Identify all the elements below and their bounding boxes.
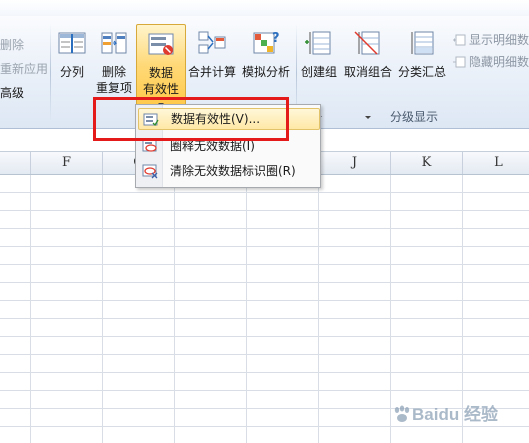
column-header-k[interactable]: K bbox=[391, 152, 463, 174]
consolidate-icon bbox=[198, 31, 226, 54]
ungroup-dropdown-arrow[interactable] bbox=[365, 116, 371, 119]
column-header-l[interactable]: L bbox=[463, 152, 529, 174]
subtotal-button[interactable]: 分类汇总 bbox=[396, 24, 448, 104]
remove-duplicates-label-2: 重复项 bbox=[95, 81, 132, 95]
baidu-jingyan-watermark: Baidu 经验 bbox=[392, 400, 498, 425]
what-if-analysis-label: 模拟分析 bbox=[241, 65, 290, 79]
group-button[interactable]: 创建组 bbox=[298, 24, 340, 119]
subtotal-icon bbox=[411, 31, 434, 55]
column-header-j[interactable]: J bbox=[319, 152, 391, 174]
svg-text:?: ? bbox=[272, 31, 280, 46]
menu-item-clear-circles-label: 清除无效数据标识圈(R) bbox=[170, 164, 296, 178]
ungroup-label: 取消组合 bbox=[343, 65, 392, 79]
consolidate-button[interactable]: 合并计算 bbox=[186, 24, 238, 104]
hide-detail-icon bbox=[453, 56, 466, 68]
clear-circles-icon bbox=[142, 164, 158, 179]
clear-filter-fragment[interactable]: 删除 bbox=[0, 36, 24, 53]
column-header-f[interactable]: F bbox=[31, 152, 103, 174]
baidu-paw-icon bbox=[394, 405, 410, 422]
text-to-columns-label: 分列 bbox=[59, 65, 84, 79]
what-if-analysis-icon: ? bbox=[253, 31, 280, 54]
ribbon-top-strip bbox=[0, 0, 529, 16]
show-detail-label: 显示明细数据 bbox=[469, 33, 529, 47]
hide-detail-button[interactable]: 隐藏明细数据 bbox=[452, 53, 529, 70]
data-validation-label-2: 有效性 bbox=[142, 82, 179, 96]
reapply-filter-fragment[interactable]: 重新应用 bbox=[0, 60, 48, 77]
subtotal-label: 分类汇总 bbox=[397, 65, 446, 79]
outline-group-label: 分级显示 bbox=[390, 110, 439, 124]
remove-duplicates-button[interactable]: 删除 重复项 bbox=[94, 24, 134, 104]
column-header-partial[interactable] bbox=[0, 152, 31, 174]
text-to-columns-icon bbox=[58, 32, 86, 54]
group-icon bbox=[305, 31, 331, 55]
group-label: 创建组 bbox=[300, 65, 337, 79]
annotation-highlight-box bbox=[93, 97, 289, 141]
menu-item-clear-circles[interactable]: 清除无效数据标识圈(R) bbox=[138, 160, 318, 182]
group-separator bbox=[50, 24, 51, 122]
data-validation-label: 数据 bbox=[148, 66, 173, 80]
ungroup-icon bbox=[354, 31, 380, 55]
show-detail-button[interactable]: 显示明细数据 bbox=[452, 31, 529, 48]
consolidate-label: 合并计算 bbox=[187, 65, 236, 79]
data-validation-button[interactable]: 数据 有效性 bbox=[136, 24, 186, 106]
show-detail-icon bbox=[453, 34, 466, 46]
ungroup-button[interactable]: 取消组合 bbox=[342, 24, 394, 119]
hide-detail-label: 隐藏明细数据 bbox=[469, 55, 529, 69]
watermark-text: Baidu 经验 bbox=[412, 405, 498, 424]
what-if-analysis-button[interactable]: ? 模拟分析 bbox=[240, 24, 292, 119]
data-validation-icon bbox=[148, 33, 174, 55]
advanced-filter-fragment[interactable]: 高级 bbox=[0, 84, 24, 101]
remove-duplicates-icon bbox=[101, 32, 127, 54]
text-to-columns-button[interactable]: 分列 bbox=[52, 24, 92, 104]
remove-duplicates-label: 删除 bbox=[101, 65, 126, 79]
